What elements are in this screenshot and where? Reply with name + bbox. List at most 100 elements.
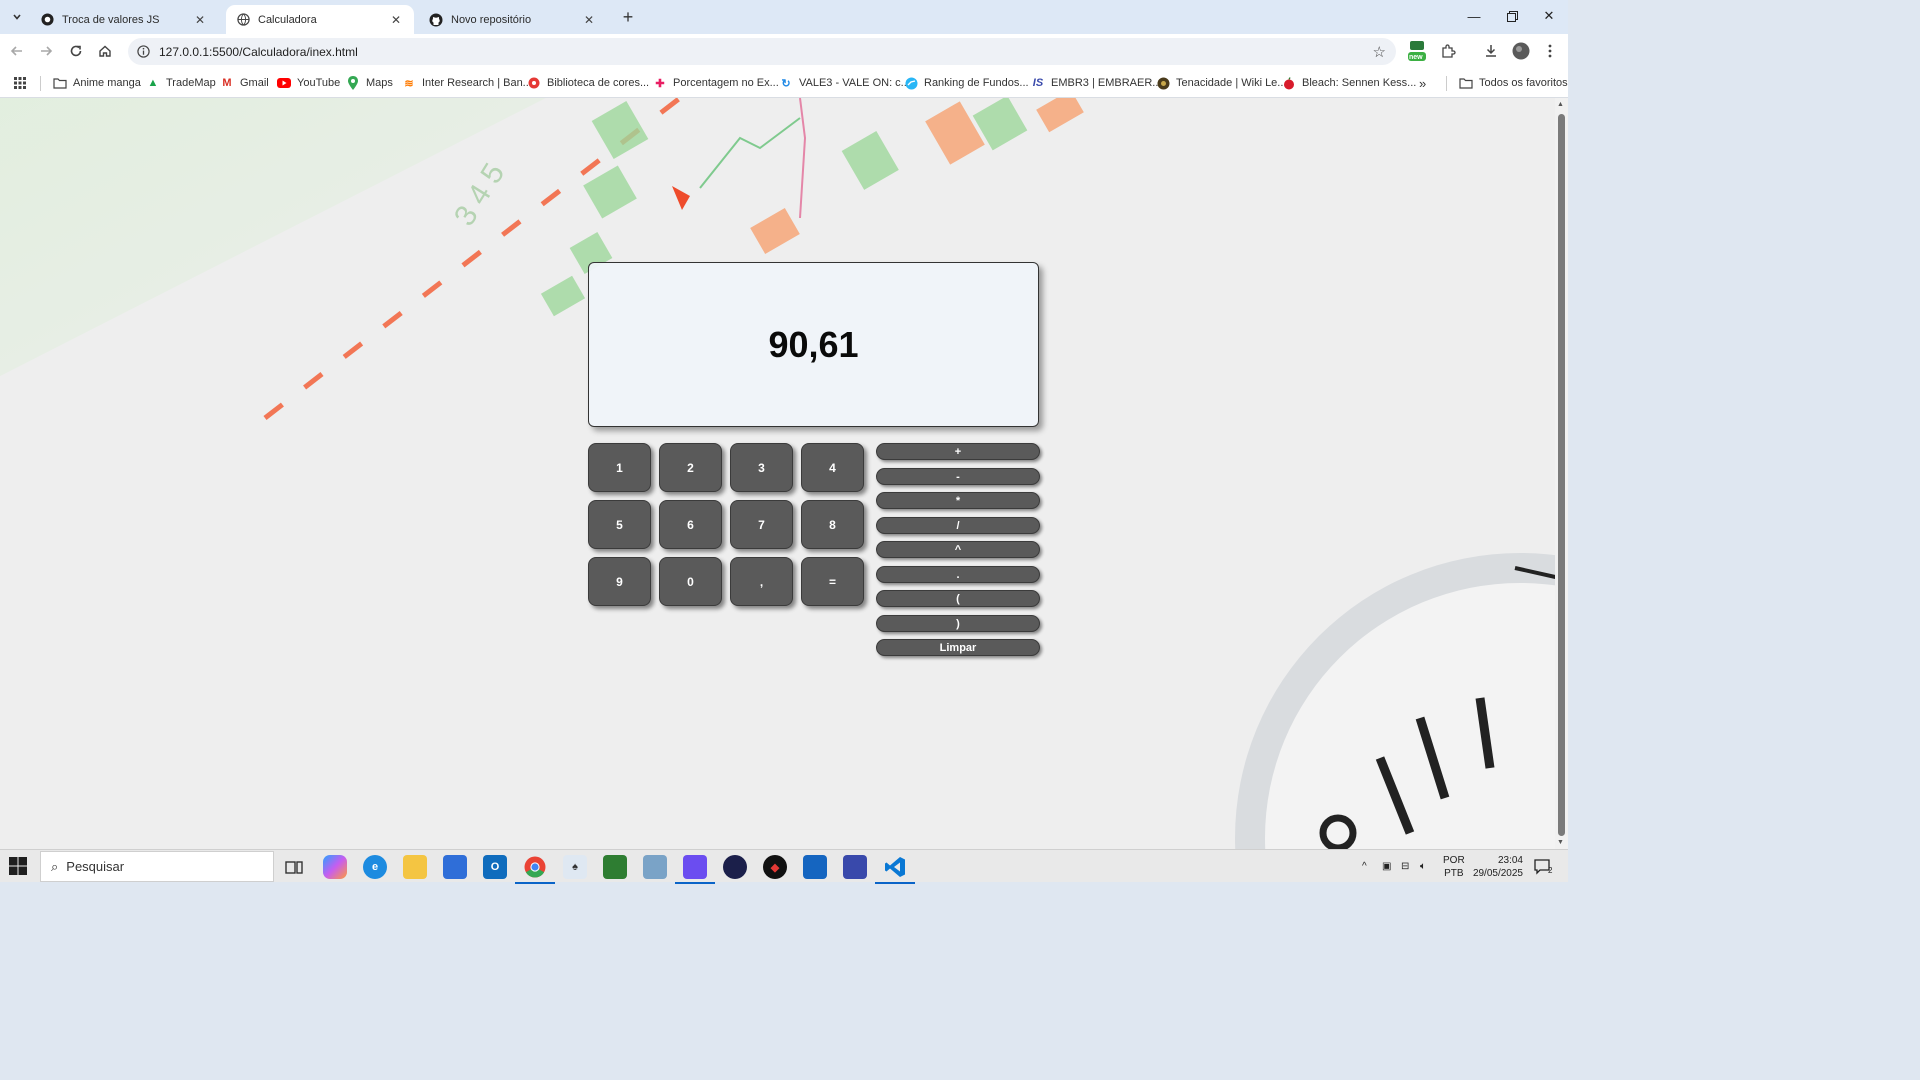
bookmark-youtube[interactable]: YouTube — [277, 74, 340, 92]
gaming-app-icon[interactable]: ◆ — [763, 855, 787, 879]
language-indicator[interactable]: POR PTB — [1443, 850, 1465, 883]
notifications-icon[interactable]: 2 — [1534, 850, 1552, 883]
outlook-icon[interactable]: O — [483, 855, 507, 879]
ranking-icon — [904, 76, 918, 90]
bookmark-anime-manga[interactable]: Anime manga — [53, 74, 141, 92]
key-plus[interactable]: + — [876, 443, 1040, 460]
github-icon — [429, 13, 443, 27]
youtube-icon — [277, 76, 291, 90]
home-icon[interactable] — [93, 39, 117, 63]
network-icon[interactable]: ⊟ — [1401, 850, 1409, 883]
color-icon — [527, 76, 541, 90]
bookmark-label: Maps — [366, 77, 393, 89]
key-9[interactable]: 9 — [588, 557, 651, 606]
bookmark-label: Todos os favoritos — [1479, 77, 1568, 89]
key-multiply[interactable]: * — [876, 492, 1040, 509]
language-code: POR — [1443, 854, 1465, 866]
key-close-paren[interactable]: ) — [876, 615, 1040, 632]
clock[interactable]: 23:04 29/05/2025 — [1471, 850, 1523, 883]
file-explorer-icon[interactable] — [403, 855, 427, 879]
edge-icon[interactable]: e — [363, 855, 387, 879]
volume-icon[interactable]: 🔈︎ — [1420, 850, 1426, 883]
bookmark-maps[interactable]: Maps — [346, 74, 393, 92]
key-5[interactable]: 5 — [588, 500, 651, 549]
minimize-icon[interactable]: — — [1455, 0, 1493, 32]
chrome-icon[interactable] — [515, 855, 555, 884]
key-minus[interactable]: - — [876, 468, 1040, 485]
bookmark-tenacidade[interactable]: Tenacidade | Wiki Le... — [1156, 74, 1286, 92]
close-window-icon[interactable]: ✕ — [1530, 0, 1568, 32]
bookmark-trademap[interactable]: ▲ TradeMap — [146, 74, 216, 92]
scroll-up-icon[interactable]: ▲ — [1557, 101, 1564, 108]
bookmark-embr3[interactable]: IS EMBR3 | EMBRAER... — [1031, 74, 1162, 92]
forward-icon[interactable] — [34, 39, 58, 63]
apps-grid-icon[interactable] — [13, 74, 27, 92]
bookmark-gmail[interactable]: M Gmail — [220, 74, 268, 92]
key-divide[interactable]: / — [876, 517, 1040, 534]
windows-start-icon[interactable] — [8, 856, 30, 878]
search-icon: ⌕ — [51, 858, 59, 874]
menu-kebab-icon[interactable] — [1538, 39, 1562, 63]
key-2[interactable]: 2 — [659, 443, 722, 492]
new-tab-button[interactable]: + — [617, 6, 639, 28]
key-6[interactable]: 6 — [659, 500, 722, 549]
address-bar[interactable]: 127.0.0.1:5500/Calculadora/inex.html ☆ — [128, 38, 1396, 65]
extensions-puzzle-icon[interactable] — [1436, 39, 1460, 63]
copilot-icon[interactable] — [323, 855, 347, 879]
bookmark-porcentagem[interactable]: ✚ Porcentagem no Ex... — [653, 74, 778, 92]
site-info-icon[interactable] — [136, 45, 150, 59]
meet-now-icon[interactable]: ▣ — [1382, 850, 1391, 883]
bookmark-biblioteca-de-cores[interactable]: Biblioteca de cores... — [527, 74, 649, 92]
key-8[interactable]: 8 — [801, 500, 864, 549]
security-app-icon[interactable] — [803, 855, 827, 879]
spreadsheet-app-icon[interactable] — [603, 855, 627, 879]
close-icon[interactable]: ✕ — [581, 12, 597, 28]
key-7[interactable]: 7 — [730, 500, 793, 549]
bookmark-label: Anime manga — [73, 77, 141, 89]
scrollbar-thumb[interactable] — [1558, 114, 1565, 836]
tab-calculadora[interactable]: Calculadora ✕ — [226, 5, 414, 34]
back-icon[interactable] — [5, 39, 29, 63]
restore-icon[interactable] — [1493, 0, 1531, 32]
calculator-app-icon[interactable] — [643, 855, 667, 879]
clear-button[interactable]: Limpar — [876, 639, 1040, 656]
key-dot[interactable]: . — [876, 566, 1040, 583]
solitaire-icon[interactable]: ♠ — [563, 855, 587, 879]
trademap-icon: ▲ — [147, 77, 159, 89]
show-hidden-icons-chevron-icon[interactable]: ^ — [1362, 850, 1367, 883]
key-comma[interactable]: , — [730, 557, 793, 606]
profile-avatar-icon[interactable] — [1509, 39, 1533, 63]
tab-novo-repositorio[interactable]: Novo repositório ✕ — [419, 5, 607, 34]
key-0[interactable]: 0 — [659, 557, 722, 606]
vpn-app-icon[interactable] — [723, 855, 747, 879]
code-tool-icon[interactable] — [843, 855, 867, 879]
key-open-paren[interactable]: ( — [876, 590, 1040, 607]
page-scrollbar[interactable]: ▲ ▼ — [1555, 98, 1568, 849]
key-equals[interactable]: = — [801, 557, 864, 606]
key-power[interactable]: ^ — [876, 541, 1040, 558]
tab-search-chevron-icon[interactable] — [6, 6, 28, 28]
tab-troca-de-valores[interactable]: Troca de valores JS ✕ — [30, 5, 218, 34]
vscode-icon[interactable] — [875, 855, 915, 884]
key-4[interactable]: 4 — [801, 443, 864, 492]
scroll-down-icon[interactable]: ▼ — [1557, 839, 1564, 846]
bookmark-star-icon[interactable]: ☆ — [1373, 43, 1386, 61]
bookmark-label: Inter Research | Ban... — [422, 77, 532, 89]
close-icon[interactable]: ✕ — [192, 12, 208, 28]
bookmark-ranking-de-fundos[interactable]: Ranking de Fundos... — [904, 74, 1029, 92]
bookmark-bleach[interactable]: Bleach: Sennen Kess... — [1282, 74, 1416, 92]
reload-icon[interactable] — [64, 39, 88, 63]
key-1[interactable]: 1 — [588, 443, 651, 492]
key-3[interactable]: 3 — [730, 443, 793, 492]
more-bookmarks-chevron-icon[interactable]: » — [1419, 74, 1426, 92]
bookmark-inter-research[interactable]: ≋ Inter Research | Ban... — [402, 74, 532, 92]
microsoft-store-icon[interactable] — [443, 855, 467, 879]
taskbar-search-field[interactable]: ⌕ Pesquisar — [40, 851, 274, 882]
task-view-icon[interactable] — [282, 855, 306, 879]
svg-text:3 4 5: 3 4 5 — [448, 158, 511, 232]
messenger-app-icon[interactable] — [675, 855, 715, 884]
close-icon[interactable]: ✕ — [388, 12, 404, 28]
download-icon[interactable] — [1479, 39, 1503, 63]
bookmark-vale3[interactable]: ↻ VALE3 - VALE ON: c... — [779, 74, 909, 92]
all-bookmarks-folder[interactable]: Todos os favoritos — [1459, 74, 1568, 92]
